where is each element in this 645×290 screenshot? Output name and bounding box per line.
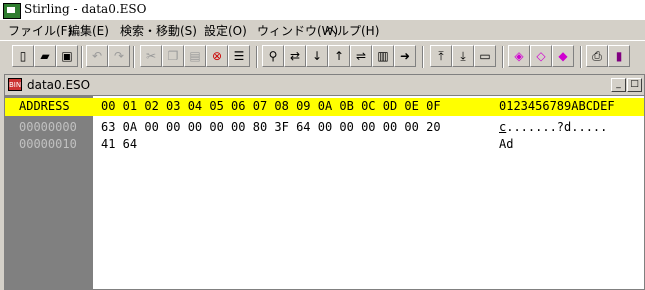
undo-icon[interactable]: ↶ bbox=[86, 45, 108, 67]
print-icon[interactable]: ⎙ bbox=[586, 45, 608, 67]
menu-edit[interactable]: 編集(E) bbox=[68, 22, 109, 39]
bin-file-icon[interactable]: BIN bbox=[8, 78, 22, 91]
new-file-icon[interactable]: ▯ bbox=[12, 45, 34, 67]
toolbar-separator bbox=[422, 46, 424, 68]
row-hex[interactable]: 63 0A 00 00 00 00 00 80 3F 64 00 00 00 0… bbox=[101, 120, 441, 134]
document-title: data0.ESO bbox=[27, 78, 91, 92]
ascii-column-header: 0123456789ABCDEF bbox=[499, 99, 615, 113]
menu-settings[interactable]: 設定(O) bbox=[204, 22, 247, 39]
maximize-icon[interactable]: □ bbox=[627, 78, 642, 92]
toolbar-separator bbox=[502, 46, 504, 68]
menu-file[interactable]: ファイル(F) bbox=[8, 22, 72, 39]
column-header-row: ADDRESS 00 01 02 03 04 05 06 07 08 09 0A… bbox=[5, 98, 644, 116]
toolbar: ▯ ▰ ▣ ↶ ↷ ✂ ❐ ▤ ⊗ ☰ ⚲ ⇄ ↓ ↑ ⇌ ▥ ➜ ⤒ ⤓ ▭ … bbox=[0, 40, 645, 75]
paste-icon[interactable]: ▤ bbox=[184, 45, 206, 67]
page-down-icon[interactable]: ⤓ bbox=[452, 45, 474, 67]
toolbar-separator bbox=[133, 46, 135, 68]
compare-icon[interactable]: ⇌ bbox=[350, 45, 372, 67]
address-header: ADDRESS bbox=[19, 99, 70, 113]
document-title-bar: BIN data0.ESO _ □ bbox=[5, 75, 644, 96]
row-ascii[interactable]: Ad bbox=[499, 137, 513, 151]
delete-icon[interactable]: ⊗ bbox=[206, 45, 228, 67]
hex-column-header: 00 01 02 03 04 05 06 07 08 09 0A 0B 0C 0… bbox=[101, 99, 441, 113]
row-address: 00000000 bbox=[19, 120, 77, 134]
bookmark-book-icon[interactable]: ▥ bbox=[372, 45, 394, 67]
menu-help[interactable]: ヘルプ(H) bbox=[325, 22, 379, 39]
row-hex[interactable]: 41 64 bbox=[101, 137, 137, 151]
find-next-icon[interactable]: ↓ bbox=[306, 45, 328, 67]
find-icon[interactable]: ⚲ bbox=[262, 45, 284, 67]
row-ascii-rest: .......?d..... bbox=[506, 120, 608, 134]
list-icon[interactable]: ☰ bbox=[228, 45, 250, 67]
document-window: BIN data0.ESO _ □ ADDRESS 00 01 02 03 04… bbox=[4, 74, 645, 290]
mark-icon[interactable]: ◈ bbox=[508, 45, 530, 67]
find-replace-icon[interactable]: ⇄ bbox=[284, 45, 306, 67]
toolbar-separator bbox=[256, 46, 258, 68]
minimize-icon[interactable]: _ bbox=[611, 78, 626, 92]
book-icon[interactable]: ▮ bbox=[608, 45, 630, 67]
menu-bar: ファイル(F) 編集(E) 検索・移動(S) 設定(O) ウィンドウ(W) ヘル… bbox=[0, 20, 645, 40]
open-folder-icon[interactable]: ▰ bbox=[34, 45, 56, 67]
toolbar-separator bbox=[81, 46, 83, 68]
save-icon[interactable]: ▣ bbox=[56, 45, 78, 67]
goto-icon[interactable]: ➜ bbox=[394, 45, 416, 67]
mark-next-icon[interactable]: ◇ bbox=[530, 45, 552, 67]
redo-icon[interactable]: ↷ bbox=[108, 45, 130, 67]
window-title: Stirling - data0.ESO bbox=[24, 2, 147, 16]
row-address: 00000010 bbox=[19, 137, 77, 151]
find-prev-icon[interactable]: ↑ bbox=[328, 45, 350, 67]
row-ascii[interactable]: c.......?d..... bbox=[499, 120, 607, 134]
page-icon[interactable]: ▭ bbox=[474, 45, 496, 67]
toolbar-separator bbox=[580, 46, 582, 68]
cut-icon[interactable]: ✂ bbox=[140, 45, 162, 67]
menu-search-move[interactable]: 検索・移動(S) bbox=[120, 22, 197, 39]
mark-prev-icon[interactable]: ◆ bbox=[552, 45, 574, 67]
copy-icon[interactable]: ❐ bbox=[162, 45, 184, 67]
title-bar: Stirling - data0.ESO bbox=[0, 0, 645, 20]
app-icon[interactable] bbox=[3, 3, 21, 19]
page-up-icon[interactable]: ⤒ bbox=[430, 45, 452, 67]
